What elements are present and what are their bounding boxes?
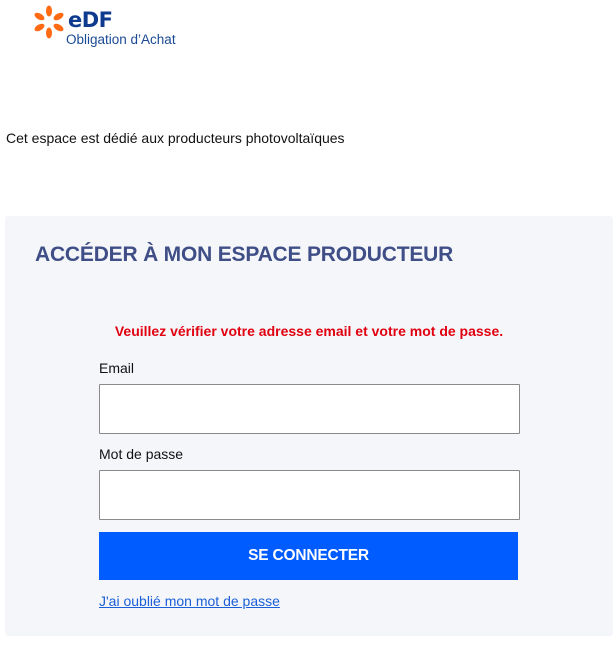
password-label: Mot de passe xyxy=(99,446,184,462)
error-message: Veuillez vérifier votre adresse email et… xyxy=(114,323,504,339)
password-field[interactable] xyxy=(99,470,520,520)
logo-brand-text: eDF xyxy=(68,8,113,32)
logo-subtitle: Obligation d’Achat xyxy=(66,32,176,47)
forgot-password-link[interactable]: J'ai oublié mon mot de passe xyxy=(99,592,280,610)
edf-logo[interactable]: eDF Obligation d’Achat xyxy=(32,5,202,49)
email-label: Email xyxy=(99,360,135,376)
login-panel: ACCÉDER À MON ESPACE PRODUCTEUR Veuillez… xyxy=(5,216,613,636)
intro-text: Cet espace est dédié aux producteurs pho… xyxy=(6,130,345,146)
email-field[interactable] xyxy=(99,384,520,434)
edf-sun-icon xyxy=(34,5,64,39)
panel-title: ACCÉDER À MON ESPACE PRODUCTEUR xyxy=(35,243,454,266)
connect-button[interactable]: SE CONNECTER xyxy=(99,532,518,580)
